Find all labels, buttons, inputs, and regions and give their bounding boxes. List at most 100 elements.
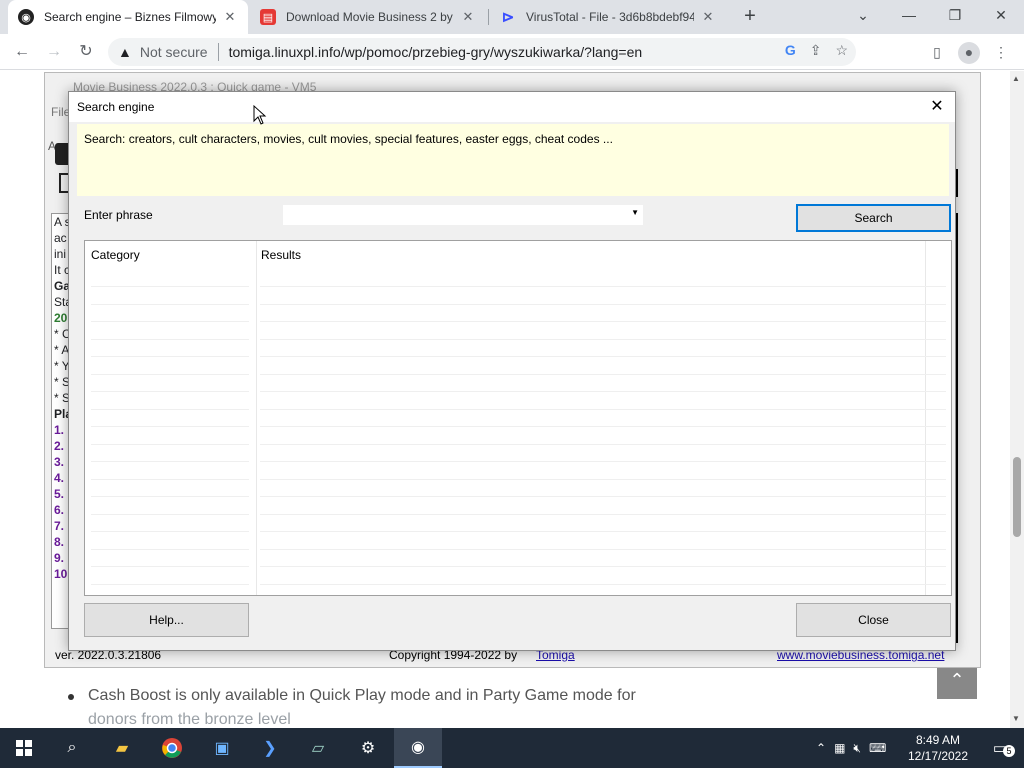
results-table[interactable]: Category Results bbox=[84, 240, 952, 596]
windows-taskbar: ⌕ ▰ ▣ ❯ ▱ ⚙ ◉ ⌃ ▦ 🔇︎ ⌨ 8:49 AM 12/17/202… bbox=[0, 728, 1024, 768]
table-row[interactable] bbox=[85, 445, 951, 462]
table-row[interactable] bbox=[85, 375, 951, 392]
side-panel-icon[interactable]: ▯ bbox=[926, 42, 948, 64]
forward-arrow-icon[interactable]: → bbox=[42, 40, 66, 64]
scroll-up-arrow-icon[interactable]: ▲ bbox=[1012, 74, 1020, 83]
page-scrollbar[interactable]: ▲ ▼ bbox=[1010, 71, 1024, 728]
category-cell bbox=[91, 305, 249, 322]
search-button[interactable]: Search bbox=[796, 204, 951, 232]
category-cell bbox=[91, 358, 249, 375]
settings-gear-icon[interactable]: ⚙ bbox=[344, 728, 392, 768]
table-row[interactable] bbox=[85, 270, 951, 287]
notepad-icon[interactable]: ▱ bbox=[294, 728, 342, 768]
phrase-combobox[interactable]: ▼ bbox=[282, 204, 644, 226]
notification-center-icon[interactable]: ▭ 5 bbox=[976, 728, 1024, 768]
category-cell bbox=[91, 568, 249, 585]
system-tray: ⌃ ▦ 🔇︎ ⌨ bbox=[816, 728, 886, 768]
results-cell bbox=[260, 515, 946, 532]
bookmark-star-icon[interactable]: ☆ bbox=[835, 42, 848, 59]
table-row[interactable] bbox=[85, 305, 951, 322]
new-tab-button[interactable]: + bbox=[738, 5, 762, 29]
show-hidden-icons-chevron-icon[interactable]: ⌃ bbox=[816, 741, 826, 755]
notification-count: 5 bbox=[1003, 745, 1015, 757]
restore-window-icon[interactable]: ❐ bbox=[932, 0, 978, 34]
warning-triangle-icon[interactable]: ▲ bbox=[118, 44, 132, 60]
dialog-title: Search engine bbox=[77, 100, 155, 114]
category-cell bbox=[91, 270, 249, 287]
help-button[interactable]: Help... bbox=[84, 603, 249, 637]
file-explorer-icon[interactable]: ▰ bbox=[98, 728, 146, 768]
google-lens-icon[interactable]: G bbox=[785, 42, 796, 59]
url-text[interactable]: tomiga.linuxpl.info/wp/pomoc/przebieg-gr… bbox=[229, 44, 643, 60]
tab-virustotal[interactable]: ⊳ VirusTotal - File - 3d6b8bdebf94 ✕ bbox=[490, 0, 726, 34]
dialog-titlebar[interactable]: Search engine ✕ bbox=[69, 92, 955, 122]
results-cell bbox=[260, 393, 946, 410]
back-arrow-icon[interactable]: ← bbox=[10, 40, 34, 64]
close-tab-icon[interactable]: ✕ bbox=[700, 9, 716, 25]
results-cell bbox=[260, 270, 946, 287]
table-row[interactable] bbox=[85, 323, 951, 340]
language-icon[interactable]: ⌨ bbox=[869, 741, 886, 755]
movie-business-taskbar-icon[interactable]: ◉ bbox=[394, 728, 442, 768]
table-row[interactable] bbox=[85, 410, 951, 427]
phrase-input[interactable] bbox=[285, 207, 625, 223]
category-cell bbox=[91, 288, 249, 305]
table-row[interactable] bbox=[85, 480, 951, 497]
powershell-icon[interactable]: ❯ bbox=[246, 728, 294, 768]
dialog-close-icon[interactable]: ✕ bbox=[927, 97, 947, 117]
scroll-to-top-button[interactable]: ⌃ bbox=[937, 663, 977, 699]
tab-title: Download Movie Business 2 by t bbox=[286, 10, 454, 24]
results-cell bbox=[260, 550, 946, 567]
category-cell bbox=[91, 428, 249, 445]
column-header-category[interactable]: Category bbox=[85, 241, 257, 269]
table-row[interactable] bbox=[85, 428, 951, 445]
remote-desktop-icon[interactable]: ▣ bbox=[198, 728, 246, 768]
table-row[interactable] bbox=[85, 393, 951, 410]
results-cell bbox=[260, 568, 946, 585]
virustotal-favicon: ⊳ bbox=[501, 9, 515, 26]
bullet-dot bbox=[68, 694, 74, 700]
table-row[interactable] bbox=[85, 358, 951, 375]
search-icon[interactable]: ⌕ bbox=[48, 728, 96, 768]
taskbar-clock[interactable]: 8:49 AM 12/17/2022 bbox=[906, 732, 970, 764]
results-cell bbox=[260, 358, 946, 375]
tab-download-movie-business[interactable]: ▤ Download Movie Business 2 by t ✕ bbox=[250, 0, 486, 34]
table-row[interactable] bbox=[85, 498, 951, 515]
column-header-results[interactable]: Results bbox=[255, 241, 301, 269]
table-row[interactable] bbox=[85, 463, 951, 480]
tab-search-chevron-icon[interactable]: ⌄ bbox=[840, 0, 886, 34]
security-status[interactable]: Not secure bbox=[140, 44, 208, 60]
results-cell bbox=[260, 323, 946, 340]
table-row[interactable] bbox=[85, 288, 951, 305]
scrollbar-thumb[interactable] bbox=[1013, 457, 1021, 537]
browser-menu-icon[interactable]: ⋮ bbox=[990, 42, 1012, 64]
table-row[interactable] bbox=[85, 550, 951, 567]
table-row[interactable] bbox=[85, 568, 951, 585]
close-window-icon[interactable]: ✕ bbox=[978, 0, 1024, 34]
category-cell bbox=[91, 550, 249, 567]
network-icon[interactable]: ▦ bbox=[834, 741, 845, 755]
results-cell bbox=[260, 498, 946, 515]
table-row[interactable] bbox=[85, 533, 951, 550]
dropdown-arrow-icon[interactable]: ▼ bbox=[631, 208, 639, 217]
share-icon[interactable]: ⇪ bbox=[810, 42, 822, 59]
mouse-cursor-icon bbox=[253, 105, 267, 125]
tab-title: VirusTotal - File - 3d6b8bdebf94 bbox=[526, 10, 694, 24]
table-row[interactable] bbox=[85, 340, 951, 357]
scroll-down-arrow-icon[interactable]: ▼ bbox=[1012, 714, 1020, 723]
category-cell bbox=[91, 323, 249, 340]
close-tab-icon[interactable]: ✕ bbox=[222, 9, 238, 25]
speaker-muted-icon[interactable]: 🔇︎ bbox=[853, 741, 861, 756]
tab-search-engine[interactable]: ◉ Search engine – Biznes Filmowy ✕ bbox=[8, 0, 248, 34]
minimize-window-icon[interactable]: — bbox=[886, 0, 932, 34]
close-tab-icon[interactable]: ✕ bbox=[460, 9, 476, 25]
reload-icon[interactable]: ↻ bbox=[74, 40, 98, 64]
chrome-icon[interactable] bbox=[148, 728, 196, 768]
windows-start-icon[interactable] bbox=[0, 728, 48, 768]
table-row[interactable] bbox=[85, 515, 951, 532]
close-button[interactable]: Close bbox=[796, 603, 951, 637]
profile-avatar-icon[interactable]: ● bbox=[958, 42, 980, 64]
omnibox-divider bbox=[217, 43, 219, 61]
address-bar[interactable]: ▲ Not secure tomiga.linuxpl.info/wp/pomo… bbox=[108, 38, 856, 66]
results-cell bbox=[260, 480, 946, 497]
